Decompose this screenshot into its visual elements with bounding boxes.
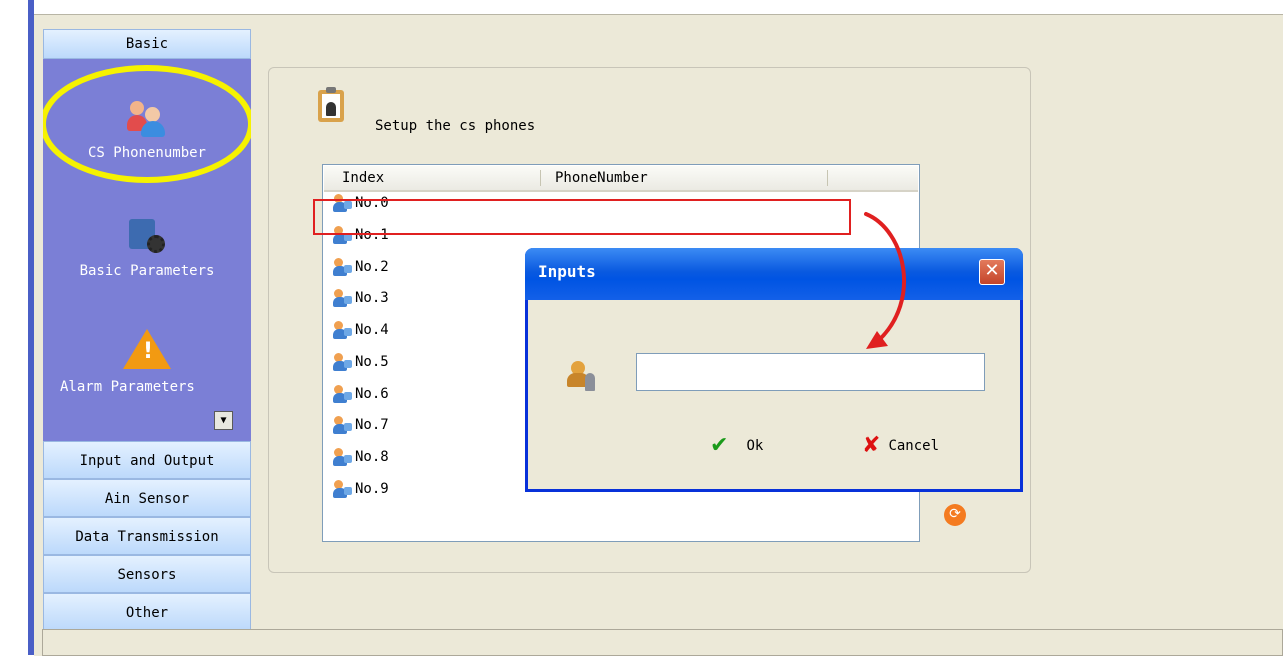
contact-icon bbox=[333, 353, 353, 371]
list-item[interactable]: No.4 bbox=[333, 319, 389, 341]
contact-icon bbox=[333, 480, 353, 498]
highlight-ellipse bbox=[43, 65, 251, 183]
status-bar bbox=[42, 629, 1283, 656]
column-header-index[interactable]: Index bbox=[342, 166, 384, 190]
category-basic[interactable]: Basic bbox=[43, 29, 251, 59]
list-item[interactable]: No.3 bbox=[333, 287, 389, 309]
sidebar-item-basic-parameters[interactable]: Basic Parameters bbox=[43, 217, 251, 279]
cross-icon: ✘ bbox=[862, 433, 881, 458]
warning-icon: ! bbox=[123, 329, 171, 369]
clipboard-user-icon bbox=[318, 86, 344, 122]
cancel-button[interactable]: ✘ Cancel bbox=[862, 432, 939, 460]
column-header-phonenumber[interactable]: PhoneNumber bbox=[555, 166, 648, 190]
checkmark-icon: ✔ bbox=[710, 433, 729, 458]
phone-number-input[interactable] bbox=[636, 353, 985, 391]
inputs-dialog: Inputs ✕ ✔ Ok ✘ Cancel bbox=[525, 248, 1023, 492]
category-input-and-output[interactable]: Input and Output bbox=[43, 441, 251, 479]
category-sensors[interactable]: Sensors bbox=[43, 555, 251, 593]
list-item[interactable]: No.9 bbox=[333, 478, 389, 500]
sidebar-item-label: Alarm Parameters bbox=[60, 379, 195, 395]
user-key-icon bbox=[567, 361, 597, 391]
contact-icon bbox=[333, 448, 353, 466]
contact-icon bbox=[333, 258, 353, 276]
sidebar-item-label: Basic Parameters bbox=[79, 263, 215, 279]
contact-icon bbox=[333, 321, 353, 339]
sidebar: Basic CS Phonenumber Basic Parameters ! … bbox=[43, 29, 251, 631]
category-data-transmission[interactable]: Data Transmission bbox=[43, 517, 251, 555]
section-title: Setup the cs phones bbox=[375, 118, 536, 134]
dialog-title-bar: Inputs ✕ bbox=[525, 248, 1023, 300]
contact-icon bbox=[333, 385, 353, 403]
row-highlight-box bbox=[313, 199, 851, 235]
dialog-title: Inputs bbox=[538, 262, 596, 281]
category-other[interactable]: Other bbox=[43, 593, 251, 631]
list-item[interactable]: No.6 bbox=[333, 383, 389, 405]
scroll-down-button[interactable]: ▼ bbox=[214, 411, 233, 430]
settings-gear-icon bbox=[125, 217, 169, 257]
sidebar-panel: CS Phonenumber Basic Parameters ! Alarm … bbox=[43, 59, 251, 441]
close-button[interactable]: ✕ bbox=[979, 259, 1005, 285]
list-item[interactable]: No.5 bbox=[333, 351, 389, 373]
list-item[interactable]: No.7 bbox=[333, 414, 389, 436]
refresh-icon[interactable]: ⟳ bbox=[944, 504, 966, 526]
list-header: Index PhoneNumber bbox=[324, 166, 918, 192]
list-item[interactable]: No.2 bbox=[333, 256, 389, 278]
contact-icon bbox=[333, 289, 353, 307]
ok-button[interactable]: ✔ Ok bbox=[710, 432, 763, 460]
contact-icon bbox=[333, 416, 353, 434]
list-item[interactable]: No.8 bbox=[333, 446, 389, 468]
sidebar-item-alarm-parameters[interactable]: ! Alarm Parameters bbox=[43, 329, 251, 395]
sidebar-item-cs-phonenumber[interactable]: CS Phonenumber bbox=[43, 65, 251, 183]
category-ain-sensor[interactable]: Ain Sensor bbox=[43, 479, 251, 517]
